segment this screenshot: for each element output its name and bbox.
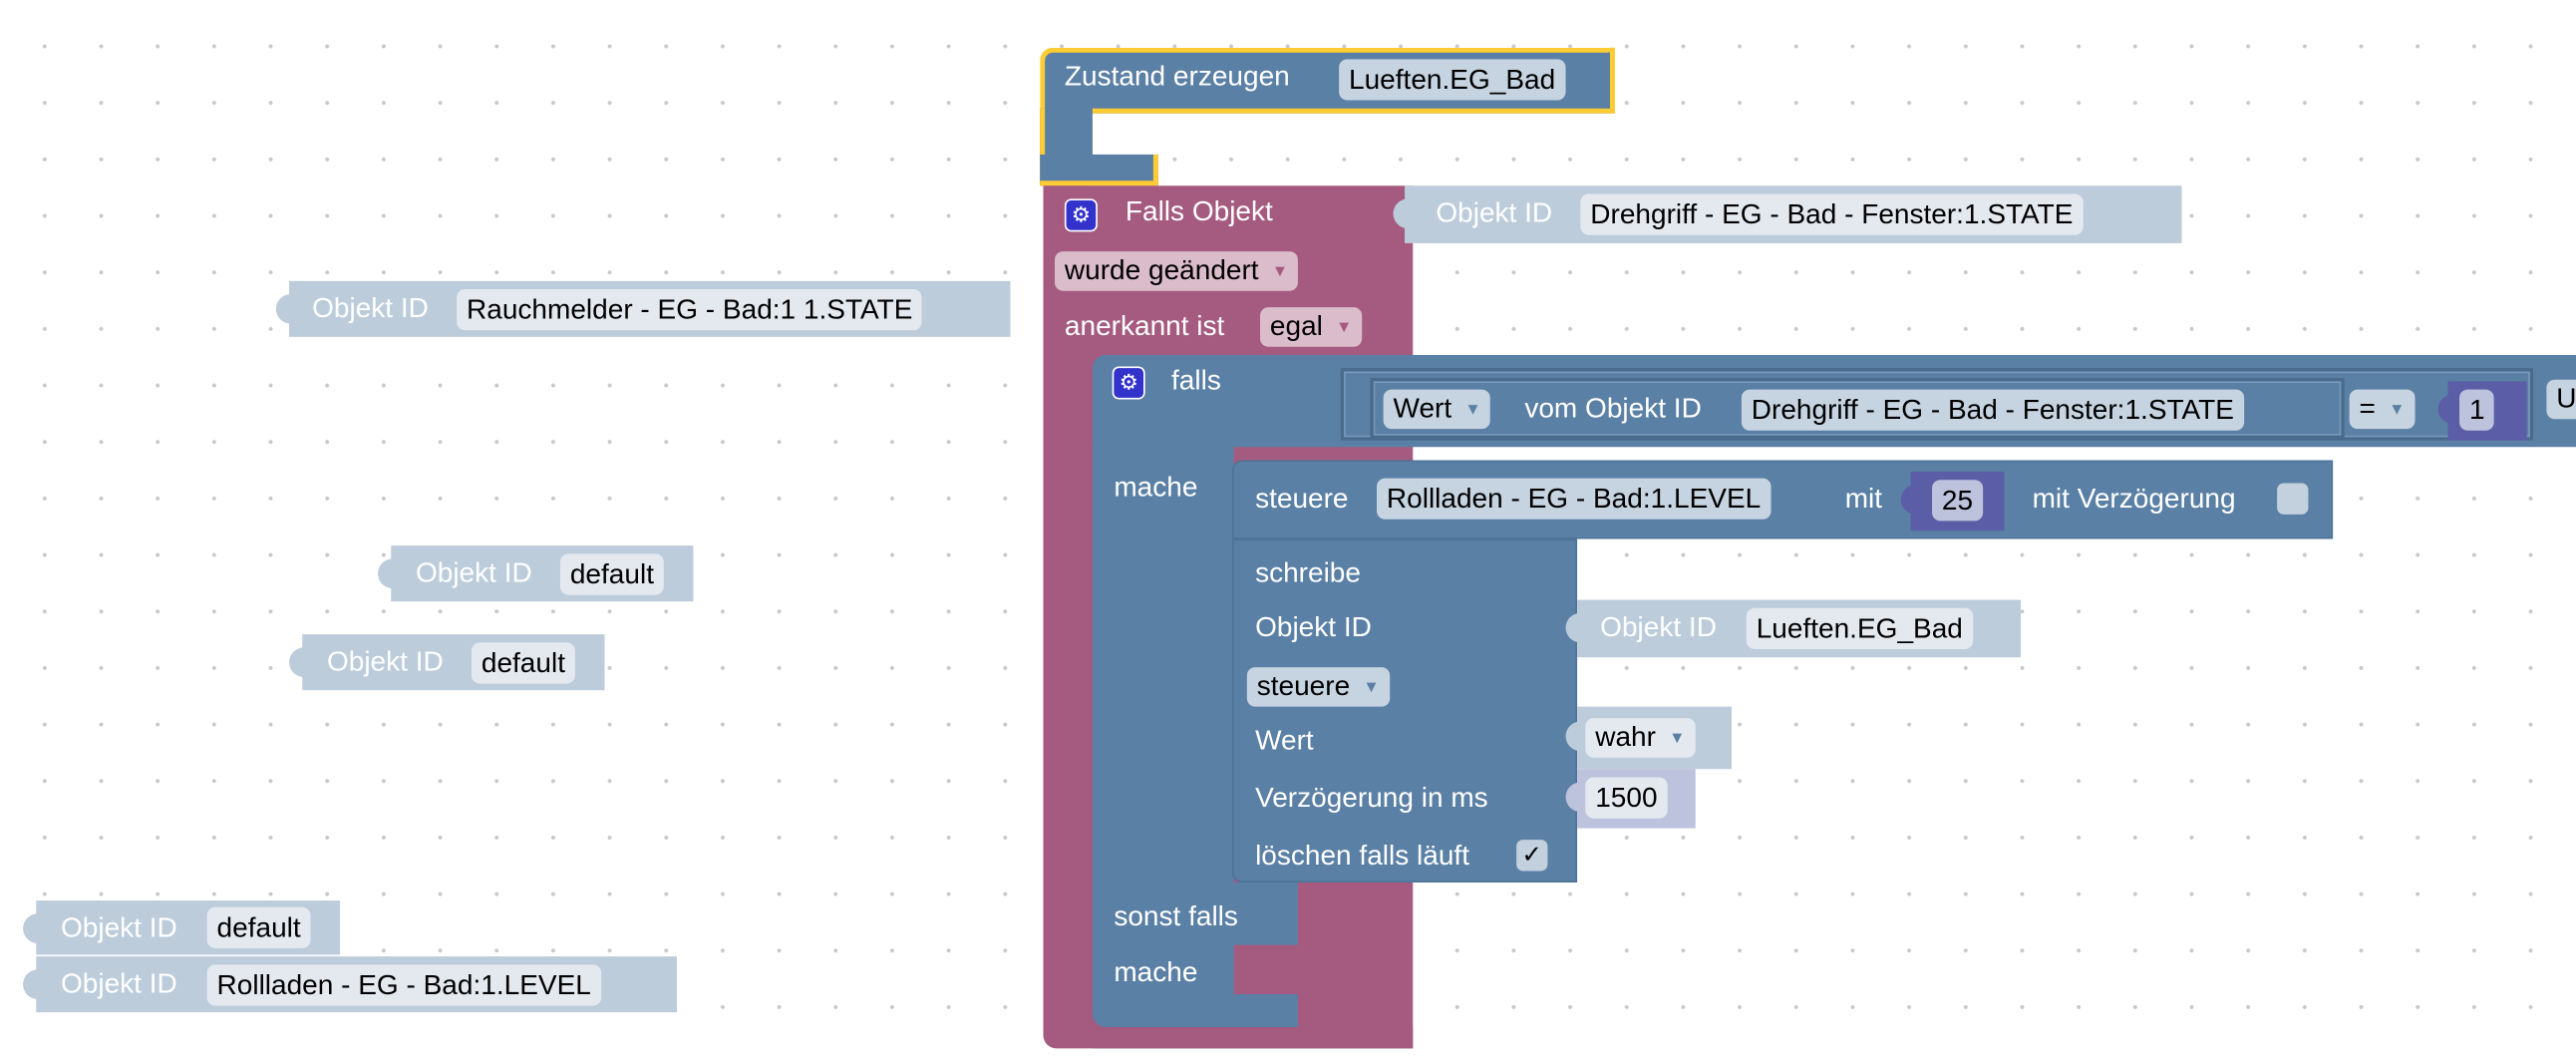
object-id-field[interactable]: Drehgriff - EG - Bad - Fenster:1.STATE: [1580, 193, 2084, 235]
trigger-label: Falls Objekt: [1125, 195, 1273, 227]
blockly-workspace[interactable]: Zustand erzeugen Lueften.EG_Bad ⚙ Falls …: [0, 0, 2576, 1060]
condition-dropdown[interactable]: wurde geändert ▼: [1055, 251, 1298, 291]
object-id-label: Objekt ID: [415, 556, 532, 588]
logic-op-dropdown[interactable]: U: [2546, 379, 2576, 420]
number-block[interactable]: 25: [1900, 471, 2005, 531]
operator-dropdown[interactable]: = ▼: [2349, 389, 2415, 430]
object-id-field[interactable]: default: [559, 553, 664, 595]
ack-label: anerkannt ist: [1064, 310, 1225, 342]
control-label: steuere: [1255, 483, 1349, 515]
condition-value: wurde geändert: [1064, 254, 1259, 286]
chevron-down-icon: ▼: [1669, 729, 1686, 748]
boolean-block[interactable]: wahr ▼: [1565, 706, 1732, 770]
loose-object-id-block[interactable]: Objekt ID Rauchmelder - EG - Bad:1 1.STA…: [275, 280, 1011, 337]
loose-object-id-block[interactable]: Objekt ID default: [289, 634, 605, 691]
object-id-field[interactable]: Rollladen - EG - Bad:1.LEVEL: [206, 964, 601, 1006]
ack-dropdown[interactable]: egal ▼: [1260, 307, 1363, 347]
clear-label: löschen falls läuft: [1255, 840, 1469, 872]
object-id-field[interactable]: default: [206, 906, 311, 948]
control-value-field[interactable]: 25: [1932, 480, 1984, 522]
write-block[interactable]: schreibe Objekt ID steuere ▼ Wert Verzöge…: [1232, 538, 1578, 883]
control-block[interactable]: steuere Rollladen - EG - Bad:1.LEVEL mit…: [1232, 460, 2334, 539]
object-id-label: Objekt ID: [60, 967, 177, 999]
control-object-id-field[interactable]: Rollladen - EG - Bad:1.LEVEL: [1377, 478, 1771, 520]
write-value-label: Wert: [1255, 724, 1314, 757]
write-object-id-field[interactable]: Lueften.EG_Bad: [1746, 607, 1973, 649]
object-id-label: Objekt ID: [60, 911, 177, 943]
object-id-field[interactable]: Rauchmelder - EG - Bad:1 1.STATE: [457, 289, 923, 331]
delay-checkbox[interactable]: [2277, 483, 2309, 515]
chevron-down-icon: ▼: [1363, 678, 1380, 697]
object-id-label: Objekt ID: [1436, 196, 1553, 229]
write-mode: steuere: [1256, 670, 1351, 702]
write-delay-field[interactable]: 1500: [1585, 777, 1668, 819]
boolean-dropdown[interactable]: wahr ▼: [1585, 718, 1696, 758]
state-name-field[interactable]: Lueften.EG_Bad: [1339, 59, 1566, 101]
compare-value-field[interactable]: 1: [2459, 389, 2495, 431]
chevron-down-icon: ▼: [2389, 401, 2406, 420]
object-id-label: Objekt ID: [312, 292, 429, 324]
elseif-label: sonst falls: [1114, 900, 1238, 932]
create-state-block[interactable]: Zustand erzeugen Lueften.EG_Bad: [1040, 47, 1615, 186]
delay-label: mit Verzögerung: [2032, 483, 2236, 515]
value-mode-dropdown[interactable]: Wert ▼: [1383, 389, 1491, 430]
write-delay-label: Verzögerung in ms: [1255, 782, 1488, 814]
value-mode: Wert: [1393, 392, 1452, 425]
ack-value: egal: [1269, 310, 1323, 342]
chevron-down-icon: ▼: [1336, 318, 1353, 337]
do-label: mache: [1114, 471, 1198, 504]
write-object-label: Objekt ID: [1255, 611, 1372, 643]
loose-object-id-block[interactable]: Objekt ID default: [378, 545, 694, 602]
clear-checkbox[interactable]: ✓: [1516, 840, 1548, 872]
compare-object-id-field[interactable]: Drehgriff - EG - Bad - Fenster:1.STATE: [1741, 389, 2244, 431]
chevron-down-icon: ▼: [1271, 262, 1289, 281]
number-block[interactable]: 1: [2437, 381, 2527, 441]
create-state-label: Zustand erzeugen: [1064, 60, 1290, 93]
chevron-down-icon: ▼: [1464, 401, 1481, 420]
write-object-id-block[interactable]: Objekt ID Lueften.EG_Bad: [1565, 599, 2022, 658]
with-label: mit: [1844, 483, 1883, 515]
gear-icon[interactable]: ⚙: [1064, 198, 1098, 232]
object-id-label: Objekt ID: [1600, 611, 1717, 643]
object-id-label: Objekt ID: [326, 645, 444, 677]
operator: =: [2359, 392, 2376, 425]
write-mode-dropdown[interactable]: steuere ▼: [1246, 667, 1390, 707]
loose-object-id-block[interactable]: Objekt ID default: [23, 900, 341, 955]
loose-object-id-block[interactable]: Objekt ID Rollladen - EG - Bad:1.LEVEL: [23, 956, 677, 1013]
boolean-value: wahr: [1595, 721, 1656, 753]
write-label: schreibe: [1255, 556, 1361, 588]
if-label: falls: [1171, 364, 1221, 397]
from-object-label: vom Objekt ID: [1524, 392, 1702, 425]
gear-icon[interactable]: ⚙: [1112, 366, 1145, 400]
trigger-object-id-block[interactable]: Objekt ID Drehgriff - EG - Bad - Fenster…: [1393, 185, 2182, 243]
do2-label: mache: [1114, 956, 1198, 988]
delay-number-block[interactable]: 1500: [1565, 769, 1696, 829]
object-id-field[interactable]: default: [471, 642, 575, 684]
